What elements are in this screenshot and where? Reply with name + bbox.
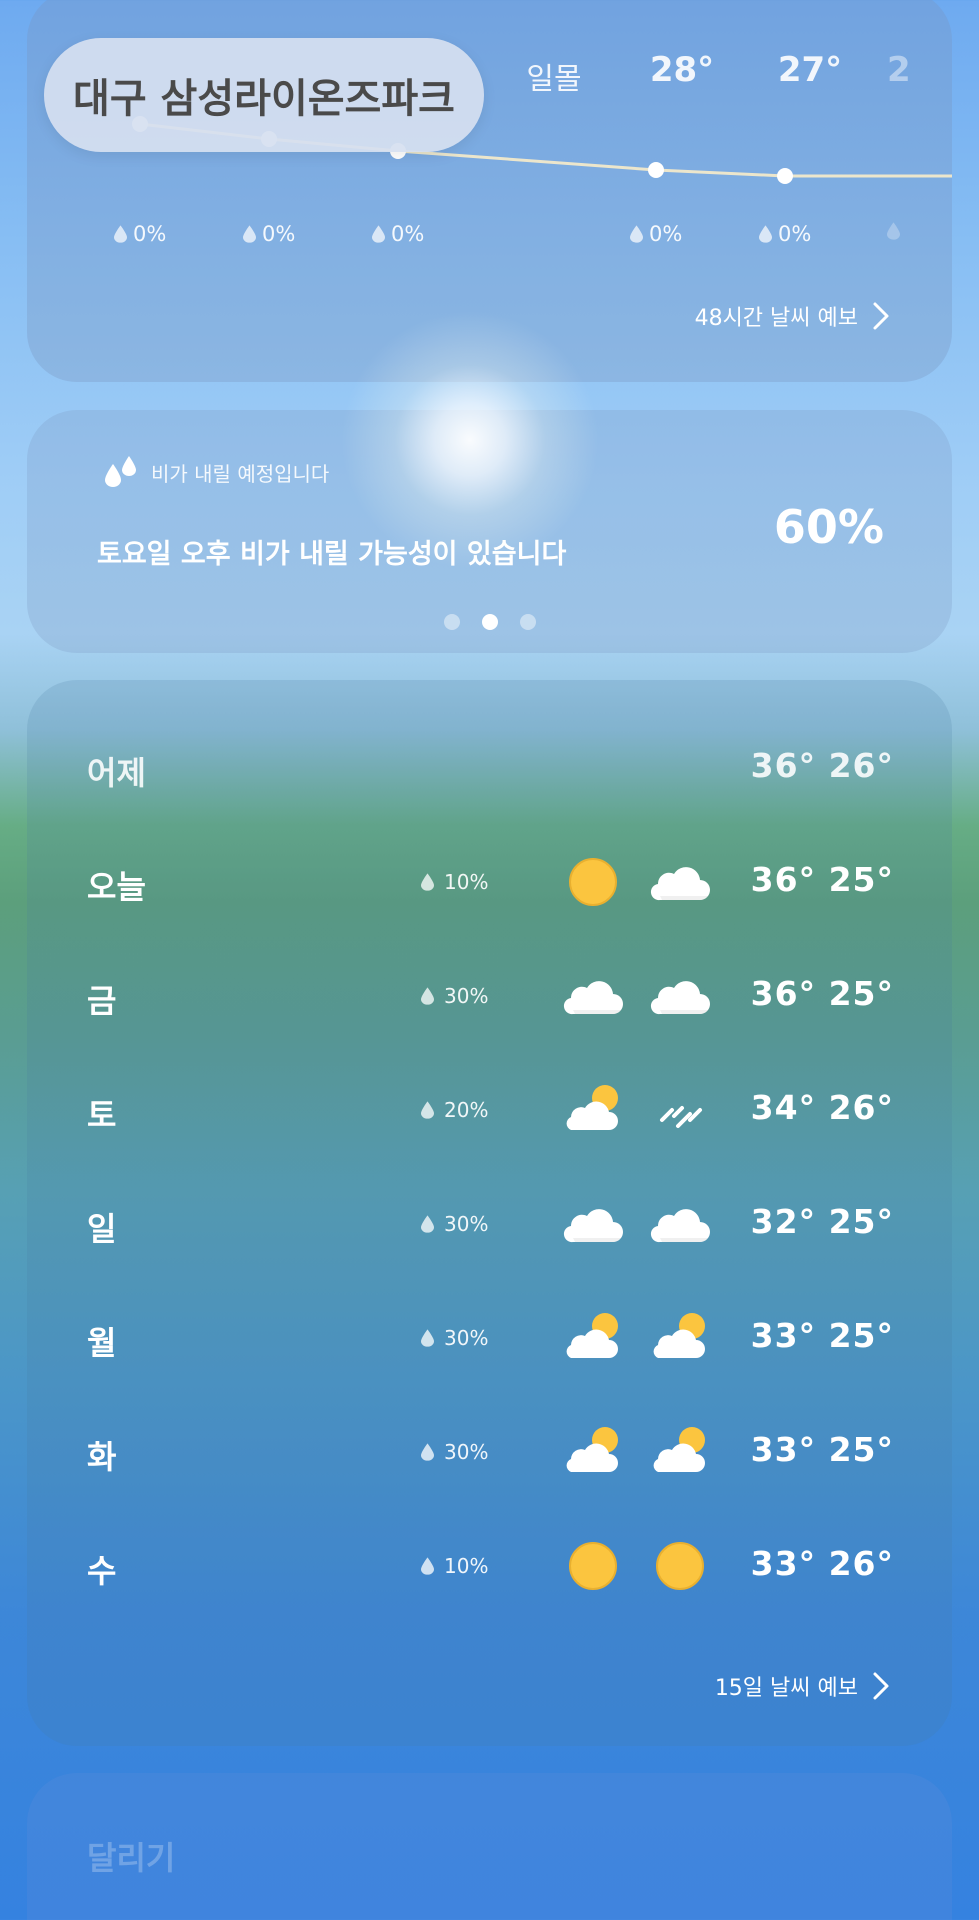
hourly-precip: 0% [243,222,295,246]
precip-probability: 30% [421,1440,488,1464]
precip-probability: 30% [421,1212,488,1236]
raindrop-icon [421,1215,434,1233]
hourly-precip: 0% [114,222,166,246]
raindrop-icon [114,225,127,243]
page-dot-active[interactable] [481,614,498,630]
day-label: 토 [87,1096,117,1134]
raindrop-icon [759,225,772,243]
daily-row[interactable]: 금 30% 36° 25° [27,958,952,1038]
partly-cloudy-icon [561,1308,625,1368]
raindrop-icon [887,222,900,240]
day-temps: 36° 25° [750,860,894,899]
rain-alert-header-text: 비가 내릴 예정입니다 [151,461,330,486]
day-label: 월 [87,1324,117,1362]
rain-alert-header: 비가 내릴 예정입니다 [101,452,329,492]
chevron-right-icon [873,1672,889,1700]
raindrops-icon [105,456,136,487]
raindrop-icon [421,1101,434,1119]
hourly-temp-point [777,168,793,184]
hourly-forecast-link[interactable]: 48시간 날씨 예보 [695,300,890,332]
precip-probability: 30% [421,1326,488,1350]
day-label: 화 [87,1438,117,1476]
raindrop-icon [421,1557,434,1575]
cloud-icon [648,966,712,1026]
sun-icon [561,1536,625,1596]
daily-forecast-link[interactable]: 15일 날씨 예보 [715,1670,890,1702]
precip-probability: 30% [421,984,488,1008]
day-temps: 36° 26° [750,746,894,785]
daily-row[interactable]: 오늘 10% 36° 25° [27,844,952,924]
cloud-icon [561,966,625,1026]
hourly-precip-cutoff [887,222,900,240]
hourly-precip: 0% [630,222,682,246]
rain-alert-card[interactable]: 비가 내릴 예정입니다 토요일 오후 비가 내릴 가능성이 있습니다 60% [27,410,952,653]
sun-icon [561,852,625,912]
location-name: 대구 삼성라이온즈파크 [73,76,455,122]
day-label: 수 [87,1552,117,1590]
partly-cloudy-icon [561,1422,625,1482]
hourly-label-sunset: 일몰 [526,62,582,97]
hourly-forecast-link-label: 48시간 날씨 예보 [694,306,858,331]
partly-cloudy-icon [648,1422,712,1482]
hourly-label-temp: 27° [777,50,843,90]
chevron-right-icon [873,302,889,330]
raindrop-icon [630,225,643,243]
raindrop-icon [421,1329,434,1347]
day-temps: 36° 25° [750,974,894,1013]
hourly-precip: 0% [759,222,811,246]
daily-row[interactable]: 일 30% 32° 25° [27,1186,952,1266]
precip-probability: 10% [421,870,488,894]
day-temps: 33° 25° [750,1316,894,1355]
raindrop-icon [421,1443,434,1461]
partly-cloudy-icon [648,1308,712,1368]
hourly-label-temp: 28° [649,50,715,90]
yesterday-row: 어제 36° 26° [27,730,952,810]
rain-probability: 60% [773,500,884,554]
page-dot[interactable] [443,614,460,630]
daily-row[interactable]: 월 30% 33° 25° [27,1300,952,1380]
hourly-label-temp-cutoff: 2 [887,50,911,90]
day-label: 금 [87,982,117,1020]
daily-forecast-card[interactable]: 어제 36° 26° 오늘 10% 36° 25° 금 30% 36° 25° … [27,680,952,1746]
daily-row[interactable]: 화 30% 33° 25° [27,1414,952,1494]
page-indicator[interactable] [27,614,952,630]
sun-icon [648,1536,712,1596]
cloud-icon [648,1194,712,1254]
running-card-title: 달리기 [87,1839,176,1877]
daily-row[interactable]: 수 10% 33° 26° [27,1528,952,1608]
precip-probability: 20% [421,1098,488,1122]
day-temps: 32° 25° [750,1202,894,1241]
rain-icon [648,1080,712,1140]
raindrop-icon [372,225,385,243]
hourly-precip: 0% [372,222,424,246]
day-temps: 34° 26° [750,1088,894,1127]
day-label: 어제 [87,754,146,792]
day-temps: 33° 25° [750,1430,894,1469]
raindrop-icon [421,987,434,1005]
daily-row[interactable]: 토 20% 34° 26° [27,1072,952,1152]
location-title-pill[interactable]: 대구 삼성라이온즈파크 [44,38,484,152]
day-label: 일 [87,1210,117,1248]
day-label: 오늘 [87,868,146,906]
hourly-temp-point [648,162,664,178]
raindrop-icon [243,225,256,243]
daily-forecast-link-label: 15일 날씨 예보 [714,1676,858,1701]
running-index-card[interactable]: 달리기 [27,1773,952,1920]
cloud-icon [561,1194,625,1254]
partly-cloudy-icon [561,1080,625,1140]
precip-probability: 10% [421,1554,488,1578]
cloud-icon [648,852,712,912]
day-temps: 33° 26° [750,1544,894,1583]
raindrop-icon [421,873,434,891]
page-dot[interactable] [519,614,536,630]
rain-alert-message: 토요일 오후 비가 내릴 가능성이 있습니다 [97,539,567,570]
